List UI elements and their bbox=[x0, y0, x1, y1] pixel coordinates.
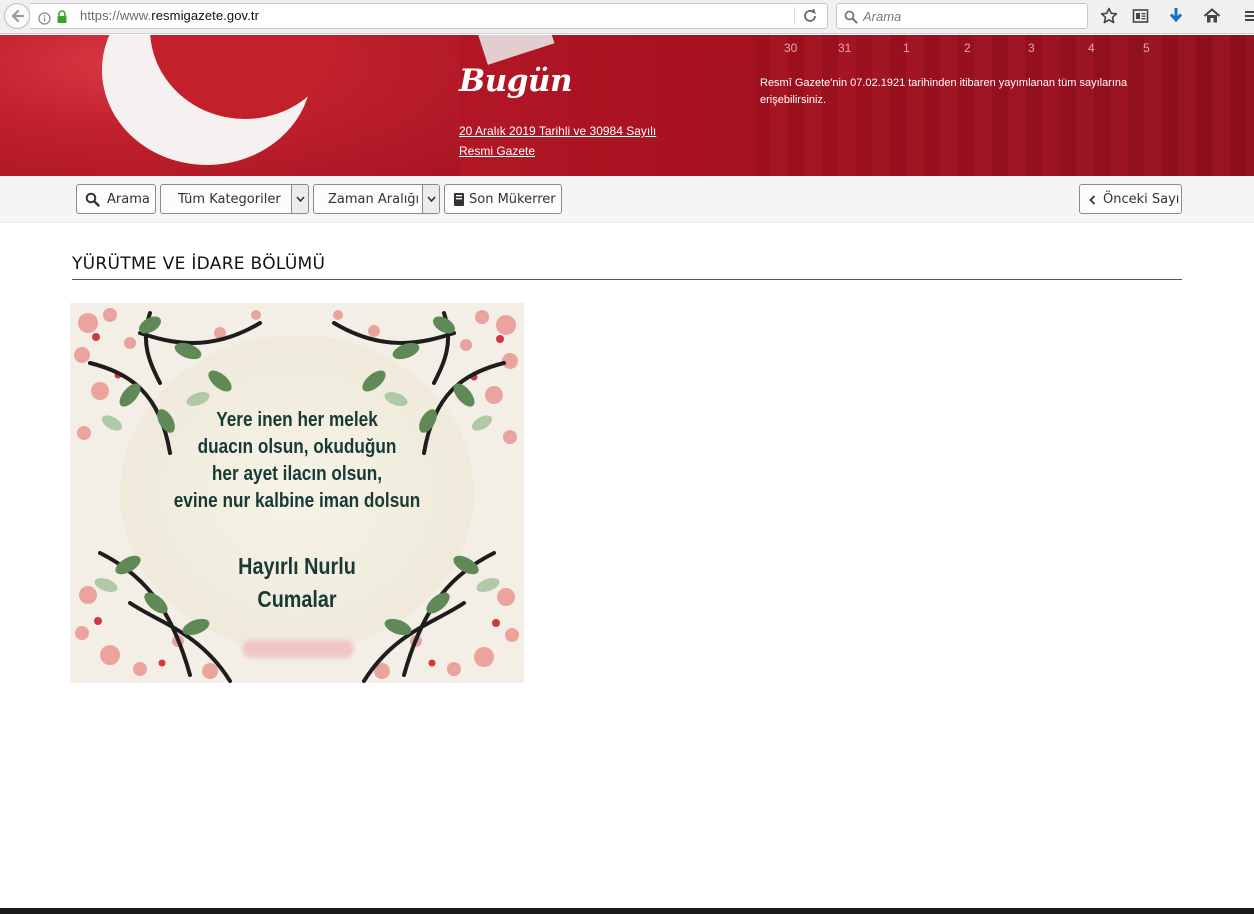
site-toolbar: Arama Tüm Kategoriler Zaman Aralığı Son … bbox=[0, 176, 1254, 223]
book-icon bbox=[454, 193, 464, 206]
menu-icon[interactable] bbox=[1240, 6, 1254, 26]
lock-icon[interactable] bbox=[56, 9, 68, 28]
reload-icon[interactable] bbox=[802, 8, 818, 28]
search-icon bbox=[85, 192, 100, 207]
bottom-edge bbox=[0, 908, 1254, 914]
browser-search-input[interactable] bbox=[863, 7, 1083, 25]
day-link[interactable]: 5 bbox=[1143, 41, 1150, 55]
day-link[interactable]: 4 bbox=[1088, 41, 1095, 55]
chevron-left-icon bbox=[1089, 195, 1096, 205]
caret-down-icon bbox=[422, 185, 439, 213]
back-arrow-icon bbox=[11, 9, 24, 23]
back-button[interactable] bbox=[4, 3, 30, 29]
greeting-card-image: Yere inen her melek duacın olsun, okuduğ… bbox=[70, 303, 524, 683]
day-link[interactable]: 30 bbox=[784, 41, 797, 55]
section-divider bbox=[72, 279, 1182, 280]
day-link[interactable]: 1 bbox=[903, 41, 910, 55]
todays-issue-link[interactable]: 20 Aralık 2019 Tarihli ve 30984 Sayılı R… bbox=[459, 121, 719, 161]
download-icon[interactable] bbox=[1166, 6, 1186, 26]
previous-issue-button[interactable]: Önceki Sayı bbox=[1079, 184, 1182, 214]
search-icon bbox=[844, 9, 858, 28]
address-bar[interactable]: https://www.resmigazete.gov.tr bbox=[30, 3, 828, 29]
info-icon[interactable] bbox=[38, 10, 51, 29]
last-repeat-button[interactable]: Son Mükerrer bbox=[444, 184, 562, 214]
day-strip: 30 31 1 2 3 4 5 bbox=[760, 41, 1254, 57]
today-heading: Bugün bbox=[459, 63, 573, 99]
blurred-signature bbox=[242, 640, 354, 658]
caret-down-icon bbox=[291, 185, 308, 213]
bookmark-star-icon[interactable] bbox=[1099, 6, 1119, 26]
date-range-select[interactable]: Zaman Aralığı bbox=[313, 184, 440, 214]
header-banner: 30 31 1 2 3 4 5 Bugün 20 Aralık 2019 Tar… bbox=[0, 35, 1254, 176]
reading-list-icon[interactable] bbox=[1130, 6, 1150, 26]
card-verse-text: Yere inen her melek duacın olsun, okuduğ… bbox=[173, 409, 421, 512]
card-greeting-text: Hayırlı Nurlu Cumalar bbox=[238, 553, 356, 612]
day-link[interactable]: 3 bbox=[1028, 41, 1035, 55]
home-icon[interactable] bbox=[1202, 6, 1222, 26]
day-link[interactable]: 31 bbox=[838, 41, 851, 55]
browser-toolbar: https://www.resmigazete.gov.tr bbox=[0, 0, 1254, 34]
search-button[interactable]: Arama bbox=[76, 184, 156, 214]
url-text[interactable]: https://www.resmigazete.gov.tr bbox=[80, 8, 259, 23]
day-link[interactable]: 2 bbox=[964, 41, 971, 55]
category-select[interactable]: Tüm Kategoriler bbox=[160, 184, 309, 214]
url-divider bbox=[794, 7, 795, 25]
archive-info-text: Resmî Gazete'nin 07.02.1921 tarihinden i… bbox=[760, 77, 1128, 106]
browser-search-box[interactable] bbox=[836, 3, 1088, 29]
section-title: YÜRÜTME VE İDARE BÖLÜMÜ bbox=[72, 254, 326, 274]
